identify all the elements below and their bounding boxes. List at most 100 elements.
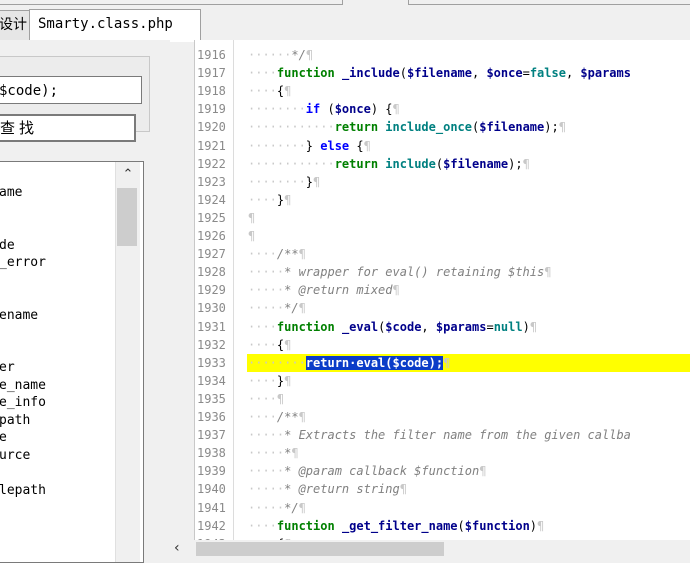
- line-number: 1926: [197, 229, 226, 243]
- function-list[interactable]: ame de_errorename ere_namee_infopatheurce l…: [0, 161, 144, 563]
- function-list-item[interactable]: _error: [0, 254, 46, 271]
- code-line: 1933 ········return·eval($code);¶: [195, 353, 690, 372]
- code-line: 1926 ¶: [195, 227, 690, 245]
- code-line: 1925 ¶: [195, 209, 690, 227]
- line-number: 1934: [197, 373, 226, 388]
- code-text: ········}¶: [248, 174, 321, 189]
- code-line: 1919 ········if ($once) {¶: [195, 100, 690, 118]
- code-line: 1942 ····function _get_filter_name($funct…: [195, 517, 690, 535]
- line-number: 1941: [197, 500, 226, 515]
- function-list-item[interactable]: ame: [0, 184, 22, 201]
- code-text: ·····* Extracts the filter name from the…: [248, 428, 631, 443]
- code-line: 1938 ·····*¶: [195, 444, 690, 462]
- horizontal-scrollbar[interactable]: ‹: [170, 540, 690, 556]
- code-text: ·····* wrapper for eval() retaining $thi…: [248, 265, 552, 280]
- code-text: ····/**¶: [248, 247, 306, 262]
- chevron-left-icon[interactable]: ‹: [174, 540, 188, 556]
- line-number: 1940: [197, 482, 226, 497]
- code-line: 1928 ·····* wrapper for eval() retaining …: [195, 263, 690, 281]
- top-strip-right-border: [408, 0, 690, 5]
- line-number: 1935: [197, 391, 226, 406]
- function-list-item[interactable]: ename: [0, 307, 38, 324]
- line-number: 1933: [197, 355, 226, 370]
- code-line: 1936 ····/**¶: [195, 408, 690, 426]
- search-input[interactable]: $code);: [0, 76, 142, 104]
- code-text: ····¶: [248, 391, 285, 406]
- code-text: ····/**¶: [248, 410, 306, 424]
- code-line: 1920 ············return include_once($fil…: [195, 118, 690, 136]
- code-text: ········return·eval($code);¶: [248, 355, 451, 370]
- scrollbar-thumb[interactable]: [117, 188, 137, 246]
- code-line: 1917 ····function _include($filename, $on…: [195, 64, 690, 82]
- code-line: 1934 ····}¶: [195, 372, 690, 390]
- code-line: 1932 ····{¶: [195, 336, 690, 354]
- line-number: 1936: [197, 410, 226, 424]
- code-text: ····}¶: [248, 192, 292, 207]
- line-number: 1930: [197, 301, 226, 316]
- code-text: ¶: [248, 210, 256, 225]
- chevron-up-icon[interactable]: ⌃: [120, 168, 136, 182]
- code-text: ····{¶: [248, 84, 292, 99]
- code-text: ····function _eval($code, $params=null)¶: [248, 319, 538, 334]
- line-number: 1925: [197, 210, 226, 225]
- find-button[interactable]: 查找: [0, 114, 136, 142]
- code-editor[interactable]: 1916 ······*/¶ 1917 ····function _include($…: [194, 40, 690, 540]
- function-list-item[interactable]: lepath: [0, 482, 46, 499]
- function-list-item[interactable]: e_name: [0, 377, 46, 394]
- code-text: ·····*/¶: [248, 500, 306, 515]
- code-text: ······*/¶: [248, 48, 314, 62]
- code-line: 1916 ······*/¶: [195, 46, 690, 64]
- line-number: 1942: [197, 518, 226, 533]
- code-text: ·····* @param callback $function¶: [248, 464, 487, 479]
- function-list-item[interactable]: urce: [0, 447, 30, 464]
- line-number: 1937: [197, 428, 226, 443]
- code-line: 1923 ········}¶: [195, 173, 690, 191]
- function-list-item[interactable]: e: [0, 429, 7, 446]
- code-line: 1921 ········} else {¶: [195, 137, 690, 155]
- horizontal-scrollbar-thumb[interactable]: [196, 542, 444, 556]
- code-text: ············return include_once($filenam…: [248, 120, 566, 135]
- code-text: ····{¶: [248, 337, 292, 352]
- line-number: 1928: [197, 265, 226, 280]
- code-line: 1939 ·····* @param callback $function¶: [195, 462, 690, 480]
- function-list-item[interactable]: er: [0, 359, 15, 376]
- function-list-item[interactable]: de: [0, 237, 15, 254]
- line-number: 1923: [197, 174, 226, 189]
- code-line: 1924 ····}¶: [195, 191, 690, 209]
- code-text: ····}¶: [248, 373, 292, 388]
- code-text: ·····*/¶: [248, 301, 306, 316]
- line-number: 1927: [197, 247, 226, 262]
- code-line: 1940 ·····* @return string¶: [195, 480, 690, 498]
- code-text: ········if ($once) {¶: [248, 102, 400, 117]
- code-line: 1918 ····{¶: [195, 82, 690, 100]
- code-text: ·····*¶: [248, 446, 299, 461]
- code-text: ·····* @return mixed¶: [248, 283, 400, 298]
- code-text: ········} else {¶: [248, 138, 371, 153]
- function-list-item[interactable]: path: [0, 412, 30, 429]
- line-number: 1918: [197, 84, 226, 99]
- code-line: 1937 ·····* Extracts the filter name from…: [195, 426, 690, 444]
- tab-smarty-class-php[interactable]: Smarty.class.php: [29, 9, 201, 42]
- code-line: 1929 ·····* @return mixed¶: [195, 281, 690, 299]
- function-list-item[interactable]: e_info: [0, 394, 46, 411]
- line-number: 1922: [197, 156, 226, 171]
- line-number: 1939: [197, 464, 226, 479]
- code-text: ····function _include($filename, $once=f…: [248, 66, 631, 81]
- line-number: 1920: [197, 120, 226, 135]
- code-line: 1941 ·····*/¶: [195, 499, 690, 517]
- function-list-scrollbar[interactable]: ⌃: [115, 162, 140, 562]
- line-number: 1924: [197, 192, 226, 207]
- line-number: 1932: [197, 337, 226, 352]
- code-text: ············return include($filename);¶: [248, 156, 530, 171]
- code-text: ¶: [248, 229, 256, 243]
- top-strip: [0, 0, 690, 8]
- code-text: ·····* @return string¶: [248, 482, 407, 497]
- top-strip-left-border: [0, 0, 343, 5]
- tab-bar: 设计 Smarty.class.php: [0, 8, 690, 42]
- code-line: 1922 ············return include($filename…: [195, 155, 690, 173]
- code-line: 1935 ····¶: [195, 390, 690, 408]
- left-panel: $code); 查找 ame de _errorename er e_name e_inf…: [0, 40, 170, 563]
- code-line: 1927 ····/**¶: [195, 245, 690, 263]
- line-number: 1931: [197, 319, 226, 334]
- line-number: 1921: [197, 138, 226, 153]
